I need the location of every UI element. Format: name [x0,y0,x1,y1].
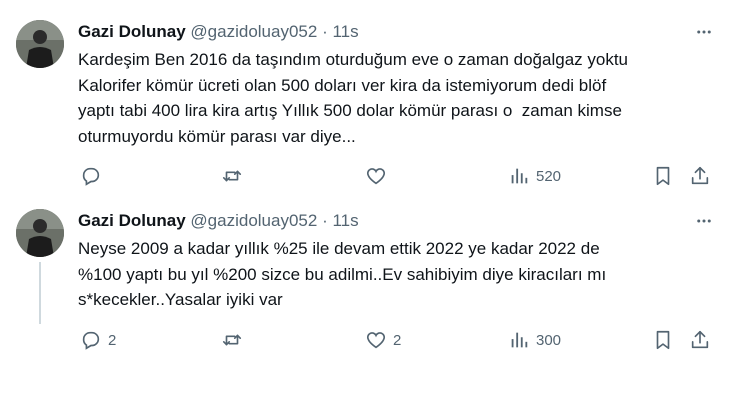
more-dots-icon[interactable] [692,22,716,42]
like-button[interactable] [365,165,393,187]
bookmark-icon [656,330,670,350]
action-bar: 2 2 300 [78,329,718,353]
avatar[interactable] [16,209,64,257]
reply-button[interactable] [80,165,108,187]
bookmark-button[interactable] [652,165,674,187]
more-dots-icon[interactable] [692,211,716,231]
author-name[interactable]: Gazi Dolunay [78,22,186,41]
bookmark-button[interactable] [652,329,674,351]
tweet-header: Gazi Dolunay @gazidoluay052 · 11s [78,22,359,42]
author-handle[interactable]: @gazidoluay052 [190,22,317,41]
tweet[interactable]: Gazi Dolunay @gazidoluay052 · 11s Kardeş… [0,0,730,205]
share-button[interactable] [689,329,711,351]
retweet-icon [222,334,242,346]
retweet-button[interactable] [221,165,249,187]
timestamp[interactable]: 11s [332,211,358,230]
retweet-button[interactable] [221,329,249,351]
tweet-text: Neyse 2009 a kadar yıllık %25 ile devam … [78,239,607,309]
views-button[interactable]: 300 [508,329,561,351]
tweet-text: Kardeşim Ben 2016 da taşındım oturduğum … [78,50,629,146]
view-count: 520 [536,167,562,185]
action-bar: 520 [78,165,718,189]
reply-button[interactable]: 2 [80,329,116,351]
speech-bubble-icon [82,167,100,186]
bar-chart-icon [511,168,528,184]
timestamp[interactable]: 11s [332,22,358,41]
like-button[interactable]: 2 [365,329,401,351]
like-count: 2 [393,331,402,349]
bookmark-icon [656,166,670,186]
share-button[interactable] [689,165,711,187]
views-button[interactable]: 520 [508,165,561,187]
heart-icon [366,168,386,185]
bar-chart-icon [511,332,528,348]
view-count: 300 [536,331,562,349]
separator-dot: · [322,211,328,230]
tweet-header: Gazi Dolunay @gazidoluay052 · 11s [78,211,359,231]
heart-icon [366,332,386,349]
author-name[interactable]: Gazi Dolunay [78,211,186,230]
share-icon [691,330,709,349]
tweet[interactable]: Gazi Dolunay @gazidoluay052 · 11s Neyse … [0,205,730,380]
reply-count: 2 [108,331,117,349]
author-handle[interactable]: @gazidoluay052 [190,211,317,230]
retweet-icon [222,170,242,182]
speech-bubble-icon [82,331,100,350]
avatar[interactable] [16,20,64,68]
share-icon [691,166,709,185]
separator-dot: · [322,22,328,41]
